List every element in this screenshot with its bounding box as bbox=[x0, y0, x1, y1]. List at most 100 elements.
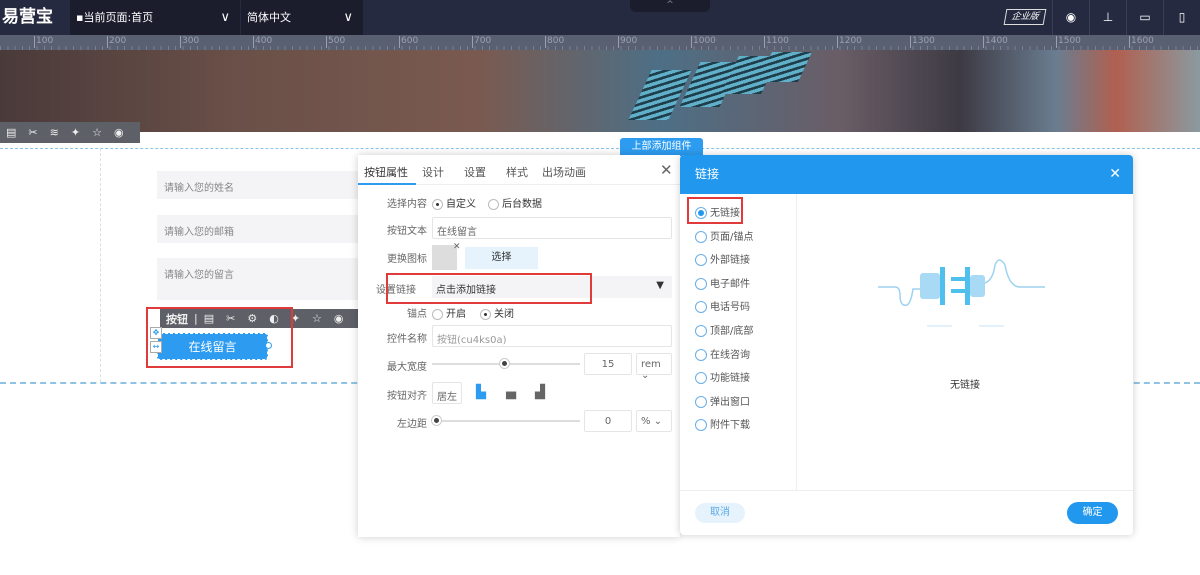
margin-value-input[interactable]: 0 bbox=[584, 410, 632, 432]
eye-icon[interactable]: ◉ bbox=[334, 312, 344, 325]
button-text-input[interactable]: 在线留言 bbox=[432, 217, 672, 239]
ruler-tick-label: 500 bbox=[326, 36, 346, 48]
content-radio-backend[interactable]: 后台数据 bbox=[488, 195, 542, 210]
divider bbox=[680, 490, 1133, 491]
tab-style[interactable]: 样式 bbox=[500, 155, 536, 185]
column-guide bbox=[100, 148, 101, 382]
link-dialog: 链接 ✕ 无链接 页面/锚点外部链接电子邮件电话号码顶部/底部在线咨询功能链接弹出窗… bbox=[680, 155, 1133, 535]
dropdown-arrow-icon: ▼ bbox=[656, 280, 664, 291]
remove-icon[interactable]: ✕ bbox=[453, 242, 461, 252]
mobile-view-icon[interactable]: ▯ bbox=[1163, 0, 1200, 35]
link-option[interactable]: 在线咨询 bbox=[695, 346, 750, 361]
link-option[interactable]: 顶部/底部 bbox=[695, 322, 753, 337]
name-input[interactable]: 请输入您的姓名 bbox=[157, 171, 360, 199]
radio-icon bbox=[488, 198, 499, 210]
chevron-down-icon: ∨ bbox=[220, 10, 230, 25]
name-row: 控件名称 按钮(cu4ks0a) bbox=[358, 325, 680, 347]
close-icon[interactable]: ✕ bbox=[660, 161, 673, 179]
ruler-tick-label: 700 bbox=[472, 36, 492, 48]
link-option[interactable]: 附件下载 bbox=[695, 416, 750, 432]
margin-slider[interactable] bbox=[432, 420, 580, 422]
message-input[interactable]: 请输入您的留言 bbox=[157, 258, 360, 300]
tab-design[interactable]: 设计 bbox=[416, 155, 458, 185]
unlink-icon[interactable]: ✂ bbox=[28, 126, 37, 139]
link-option[interactable]: 功能链接 bbox=[695, 369, 750, 385]
star-icon[interactable]: ☆ bbox=[312, 312, 322, 325]
link-option[interactable]: 页面/锚点 bbox=[695, 228, 753, 243]
star-icon[interactable]: ☆ bbox=[92, 126, 102, 139]
collapse-toggle[interactable]: ^ bbox=[630, 0, 710, 12]
align-row: 按钮对齐 居左 ▙ ▄ ▟ bbox=[358, 382, 680, 404]
layers-icon[interactable]: ≋ bbox=[50, 126, 59, 139]
magic-icon[interactable]: ✦ bbox=[71, 126, 80, 139]
close-icon[interactable]: ✕ bbox=[1109, 155, 1121, 194]
width-unit-select[interactable]: rem ⌄ bbox=[636, 353, 672, 381]
confirm-button[interactable]: 确定 bbox=[1067, 502, 1118, 524]
radio-icon bbox=[695, 254, 707, 267]
radio-icon bbox=[695, 395, 707, 408]
ruler-tick-label: 1600 bbox=[1129, 36, 1154, 48]
add-component-button[interactable]: 上部添加组件 bbox=[620, 138, 703, 156]
ruler-tick-label: 1300 bbox=[910, 36, 935, 48]
ruler-tick-label: 400 bbox=[253, 36, 273, 48]
align-left-icon[interactable]: ▙ bbox=[476, 385, 486, 400]
ruler-tick-label: 1100 bbox=[764, 36, 789, 48]
panel-tabs: 按钮属性 设计 设置 样式 出场动画 bbox=[358, 155, 680, 185]
radio-icon bbox=[432, 308, 443, 320]
content-row: 选择内容 自定义 后台数据 bbox=[358, 190, 680, 212]
link-option[interactable]: 外部链接 bbox=[695, 251, 750, 267]
divider bbox=[796, 194, 797, 490]
margin-unit-select[interactable]: % ⌄ bbox=[636, 410, 672, 432]
link-option[interactable]: 电子邮件 bbox=[695, 275, 750, 290]
text-row: 按钮文本 在线留言 bbox=[358, 217, 680, 239]
language-selector[interactable]: 简体中文 ∨ bbox=[241, 0, 363, 35]
slider-handle[interactable] bbox=[432, 416, 441, 425]
width-value-input[interactable]: 15 bbox=[584, 353, 632, 375]
radio-icon bbox=[695, 419, 707, 432]
ruler-tick-label: 100 bbox=[34, 36, 54, 48]
banner-image bbox=[0, 50, 1200, 132]
select-icon-button[interactable]: 选择 bbox=[465, 247, 538, 269]
anchor-off-radio[interactable]: 关闭 bbox=[480, 305, 514, 320]
highlight-box bbox=[146, 307, 293, 368]
eye-icon[interactable]: ◉ bbox=[114, 126, 124, 139]
enterprise-badge: 企业版 bbox=[1003, 9, 1047, 25]
preview-eye-icon[interactable]: ◉ bbox=[1052, 0, 1089, 35]
desktop-view-icon[interactable]: ▭ bbox=[1126, 0, 1163, 35]
slider-handle[interactable] bbox=[500, 359, 509, 368]
preview-label: 无链接 bbox=[950, 380, 980, 391]
bench bbox=[628, 70, 692, 120]
radio-selected-icon bbox=[432, 198, 443, 210]
link-option[interactable]: 弹出窗口 bbox=[695, 393, 750, 408]
ruler-tick-label: 1500 bbox=[1056, 36, 1081, 48]
page-selector[interactable]: ▪当前页面:首页 ∨ bbox=[70, 0, 240, 35]
align-right-icon[interactable]: ▟ bbox=[535, 385, 545, 400]
logo: 易营宝 bbox=[2, 7, 53, 27]
align-left-option[interactable]: 居左 bbox=[432, 382, 462, 404]
content-radio-custom[interactable]: 自定义 bbox=[432, 195, 476, 210]
radio-icon bbox=[695, 372, 707, 385]
ruler-tick-label: 800 bbox=[545, 36, 565, 48]
layout-guide-icon[interactable]: ⊥ bbox=[1089, 0, 1126, 35]
page-icon[interactable]: ▤ bbox=[6, 126, 16, 139]
cancel-button[interactable]: 取消 bbox=[695, 503, 745, 523]
section-border bbox=[0, 148, 1200, 149]
align-center-icon[interactable]: ▄ bbox=[506, 385, 516, 400]
link-option[interactable]: 电话号码 bbox=[695, 298, 750, 314]
plug-illustration-icon bbox=[878, 259, 1045, 327]
tab-settings[interactable]: 设置 bbox=[458, 155, 500, 185]
tab-button-properties[interactable]: 按钮属性 bbox=[358, 155, 416, 185]
ruler-tick-label: 300 bbox=[180, 36, 200, 48]
tab-animation[interactable]: 出场动画 bbox=[536, 155, 594, 185]
dialog-header: 链接 ✕ bbox=[680, 155, 1133, 194]
control-name-input[interactable]: 按钮(cu4ks0a) bbox=[432, 325, 672, 347]
chevron-down-icon: ∨ bbox=[343, 10, 353, 25]
anchor-on-radio[interactable]: 开启 bbox=[432, 305, 466, 320]
ruler-tick-label: 600 bbox=[399, 36, 419, 48]
anchor-row: 锚点 开启 关闭 bbox=[358, 300, 680, 322]
email-input[interactable]: 请输入您的邮箱 bbox=[157, 215, 360, 243]
ruler-tick-label: 1400 bbox=[983, 36, 1008, 48]
ruler: 100 200 300 400 500 600 700 800 900 1000 1100 1200 1… bbox=[0, 35, 1200, 50]
radio-icon bbox=[695, 325, 707, 337]
section-toolbar: ▤ ✂ ≋ ✦ ☆ ◉ bbox=[0, 122, 140, 143]
